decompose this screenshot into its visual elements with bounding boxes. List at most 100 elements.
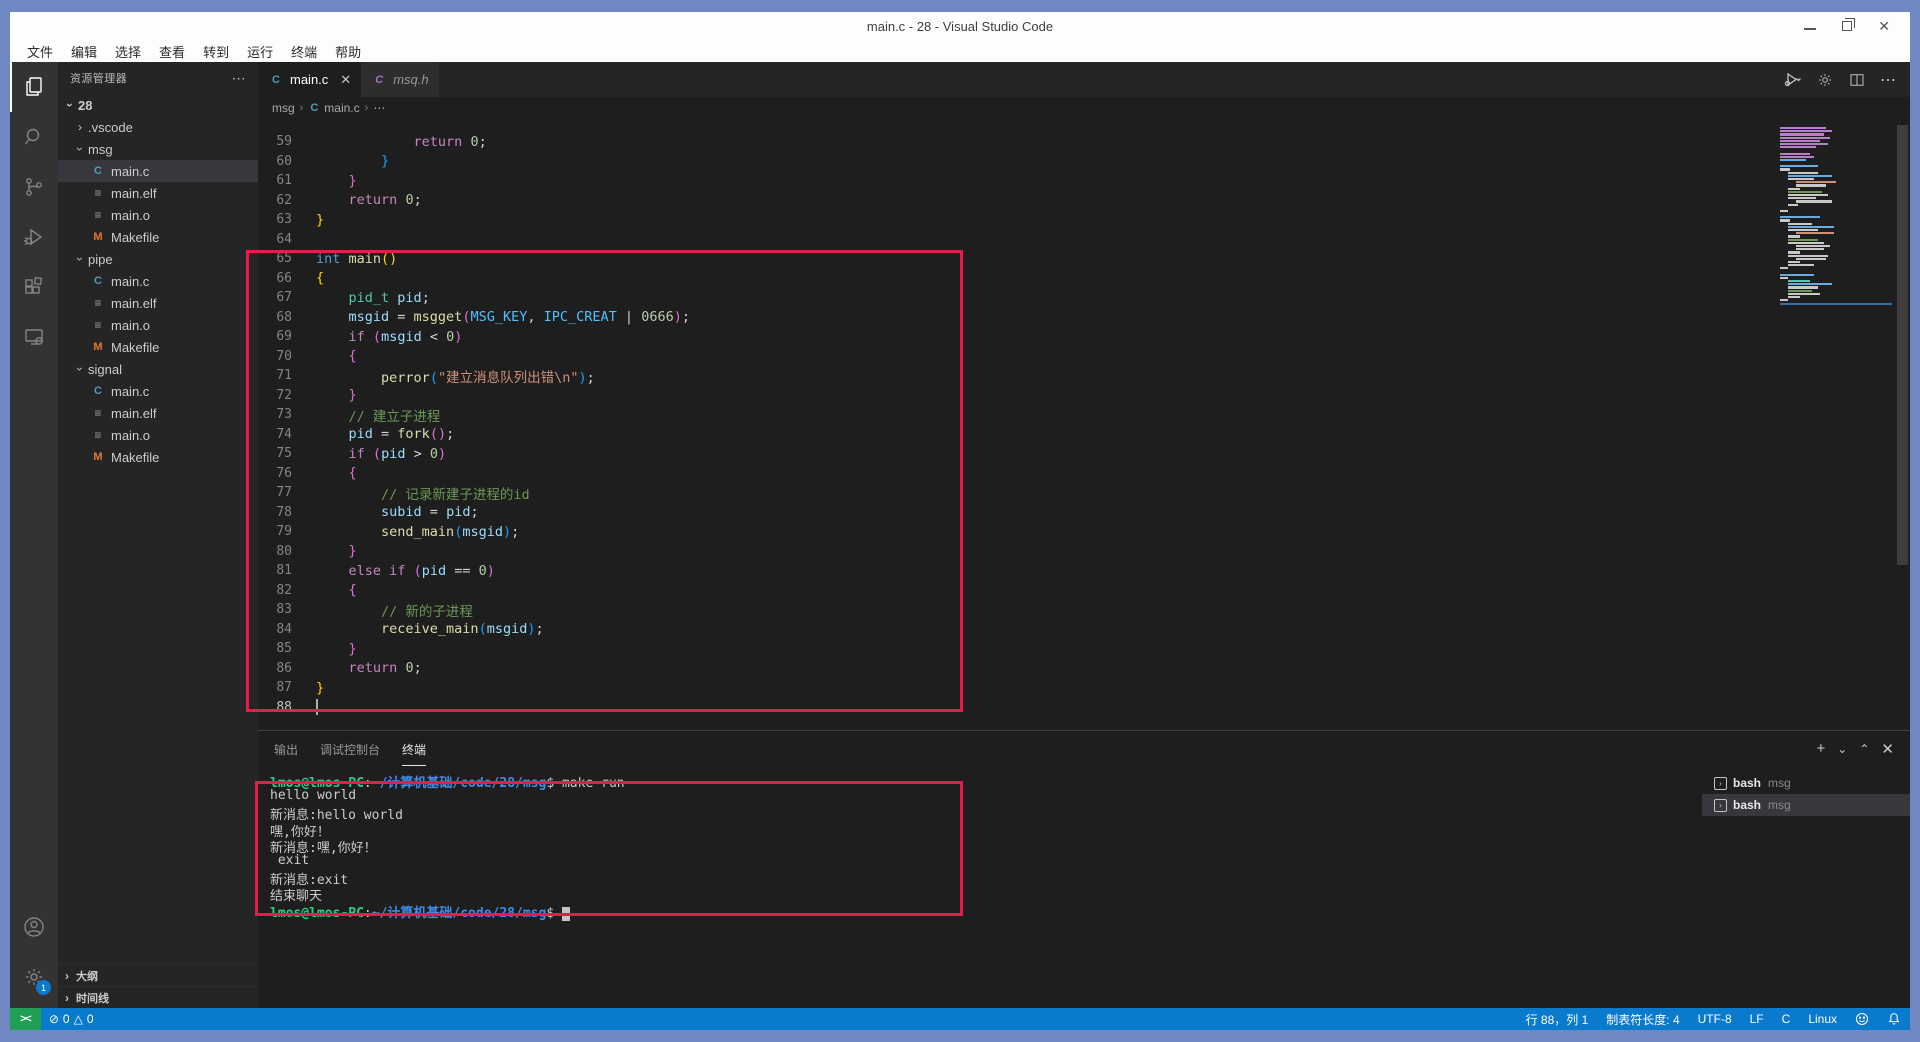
- tree-item-main.elf[interactable]: ≡main.elf: [58, 292, 258, 314]
- tree-item-28[interactable]: ›28: [58, 94, 258, 116]
- code-line[interactable]: 78 subid = pid;: [258, 503, 1910, 523]
- tree-item-main.o[interactable]: ≡main.o: [58, 204, 258, 226]
- split-editor-icon[interactable]: [1848, 71, 1866, 89]
- new-terminal-icon[interactable]: +: [1817, 740, 1826, 757]
- tree-item-main.c[interactable]: Cmain.c: [58, 160, 258, 182]
- code-line[interactable]: 75 if (pid > 0): [258, 444, 1910, 464]
- restore-icon[interactable]: [1842, 21, 1852, 31]
- tab-terminal[interactable]: 终端: [402, 732, 426, 766]
- terminal-output[interactable]: lmos@lmos-PC:~/计算机基础/code/28/msg$ make r…: [258, 766, 1702, 1008]
- code-line[interactable]: 72 }: [258, 386, 1910, 406]
- code-line[interactable]: 77 // 记录新建子进程的id: [258, 483, 1910, 503]
- menu-item-编辑[interactable]: 编辑: [62, 42, 106, 61]
- sidebar-item-run-debug[interactable]: [10, 212, 58, 262]
- code-line[interactable]: 65int main(): [258, 249, 1910, 269]
- code-line[interactable]: 87}: [258, 678, 1910, 698]
- code-line[interactable]: 86 return 0;: [258, 659, 1910, 679]
- status-segment[interactable]: UTF-8: [1689, 1012, 1741, 1026]
- feedback-button[interactable]: [1846, 1012, 1878, 1026]
- notifications-button[interactable]: [1878, 1012, 1910, 1026]
- tree-item-main.elf[interactable]: ≡main.elf: [58, 402, 258, 424]
- menu-item-运行[interactable]: 运行: [238, 42, 282, 61]
- sidebar-item-search[interactable]: [10, 112, 58, 162]
- breadcrumb-file[interactable]: main.c: [324, 101, 359, 115]
- code-line[interactable]: 88: [258, 698, 1910, 718]
- maximize-panel-icon[interactable]: ⌃: [1859, 742, 1869, 756]
- tree-item-Makefile[interactable]: MMakefile: [58, 226, 258, 248]
- menu-item-选择[interactable]: 选择: [106, 42, 150, 61]
- close-panel-icon[interactable]: ✕: [1881, 740, 1894, 758]
- code-line[interactable]: 63}: [258, 210, 1910, 230]
- status-segment[interactable]: 行 88，列 1: [1517, 1011, 1598, 1028]
- sidebar-item-extensions[interactable]: [10, 262, 58, 312]
- code-editor[interactable]: 59 return 0;60 }61 }62 return 0;63}6465i…: [258, 119, 1910, 730]
- code-line[interactable]: 80 }: [258, 542, 1910, 562]
- status-segment[interactable]: C: [1773, 1012, 1800, 1026]
- code-line[interactable]: 68 msgid = msgget(MSG_KEY, IPC_CREAT | 0…: [258, 308, 1910, 328]
- menu-item-查看[interactable]: 查看: [150, 42, 194, 61]
- terminal-instance[interactable]: ›bashmsg: [1702, 772, 1910, 794]
- section-时间线[interactable]: ›时间线: [58, 986, 258, 1008]
- code-line[interactable]: 74 pid = fork();: [258, 425, 1910, 445]
- code-line[interactable]: 62 return 0;: [258, 191, 1910, 211]
- terminal-instance[interactable]: ›bashmsg: [1702, 794, 1910, 816]
- code-line[interactable]: 66{: [258, 269, 1910, 289]
- close-icon[interactable]: ✕: [1878, 19, 1890, 33]
- minimap[interactable]: [1780, 127, 1892, 305]
- code-line[interactable]: 84 receive_main(msgid);: [258, 620, 1910, 640]
- menu-item-转到[interactable]: 转到: [194, 42, 238, 61]
- tab-main-c[interactable]: C main.c ✕: [258, 62, 361, 97]
- close-tab-icon[interactable]: ✕: [340, 72, 351, 88]
- code-line[interactable]: 67 pid_t pid;: [258, 288, 1910, 308]
- tree-item-main.c[interactable]: Cmain.c: [58, 270, 258, 292]
- code-line[interactable]: 76 {: [258, 464, 1910, 484]
- menu-item-文件[interactable]: 文件: [18, 42, 62, 61]
- tree-item-main.o[interactable]: ≡main.o: [58, 314, 258, 336]
- tree-item-Makefile[interactable]: MMakefile: [58, 336, 258, 358]
- status-segment[interactable]: 制表符长度: 4: [1597, 1011, 1688, 1028]
- tab-debug-console[interactable]: 调试控制台: [320, 732, 380, 765]
- tree-item-signal[interactable]: ›signal: [58, 358, 258, 380]
- status-segment[interactable]: Linux: [1799, 1012, 1846, 1026]
- accounts-button[interactable]: [10, 902, 58, 952]
- tree-item-main.c[interactable]: Cmain.c: [58, 380, 258, 402]
- sidebar-item-remote-explorer[interactable]: [10, 312, 58, 362]
- breadcrumb[interactable]: msg › C main.c › ⋯: [258, 97, 1910, 119]
- chevron-down-icon[interactable]: ⌄: [1837, 742, 1847, 756]
- tab-output[interactable]: 输出: [274, 732, 298, 765]
- code-line[interactable]: 61 }: [258, 171, 1910, 191]
- code-line[interactable]: 64: [258, 230, 1910, 250]
- breadcrumb-more[interactable]: ⋯: [373, 101, 385, 115]
- tree-item-msg[interactable]: ›msg: [58, 138, 258, 160]
- section-大纲[interactable]: ›大纲: [58, 964, 258, 986]
- code-line[interactable]: 79 send_main(msgid);: [258, 522, 1910, 542]
- tree-item-Makefile[interactable]: MMakefile: [58, 446, 258, 468]
- tree-item-main.o[interactable]: ≡main.o: [58, 424, 258, 446]
- tree-item-pipe[interactable]: ›pipe: [58, 248, 258, 270]
- minimize-icon[interactable]: [1804, 23, 1816, 30]
- code-line[interactable]: 82 {: [258, 581, 1910, 601]
- code-line[interactable]: 71 perror("建立消息队列出错\n");: [258, 366, 1910, 386]
- tree-item-.vscode[interactable]: ›.vscode: [58, 116, 258, 138]
- settings-button[interactable]: 1: [10, 952, 58, 1002]
- code-line[interactable]: 83 // 新的子进程: [258, 600, 1910, 620]
- more-actions-icon[interactable]: ⋯: [232, 70, 246, 87]
- sidebar-item-source-control[interactable]: [10, 162, 58, 212]
- editor-scrollbar[interactable]: [1897, 125, 1908, 565]
- code-line[interactable]: 73 // 建立子进程: [258, 405, 1910, 425]
- menu-item-帮助[interactable]: 帮助: [326, 42, 370, 61]
- code-line[interactable]: 69 if (msgid < 0): [258, 327, 1910, 347]
- gear-icon[interactable]: [1816, 71, 1834, 89]
- code-line[interactable]: 59 return 0;: [258, 132, 1910, 152]
- code-line[interactable]: 70 {: [258, 347, 1910, 367]
- tab-msq-h[interactable]: C msq.h: [361, 62, 438, 97]
- code-line[interactable]: 85 }: [258, 639, 1910, 659]
- sidebar-item-explorer[interactable]: [10, 62, 58, 112]
- more-actions-icon[interactable]: ⋯: [1880, 70, 1896, 90]
- status-segment[interactable]: LF: [1741, 1012, 1773, 1026]
- code-line[interactable]: 81 else if (pid == 0): [258, 561, 1910, 581]
- menu-item-终端[interactable]: 终端: [282, 42, 326, 61]
- tree-item-main.elf[interactable]: ≡main.elf: [58, 182, 258, 204]
- code-line[interactable]: 60 }: [258, 152, 1910, 172]
- problems-indicator[interactable]: ⊘ 0 △ 0: [41, 1012, 102, 1026]
